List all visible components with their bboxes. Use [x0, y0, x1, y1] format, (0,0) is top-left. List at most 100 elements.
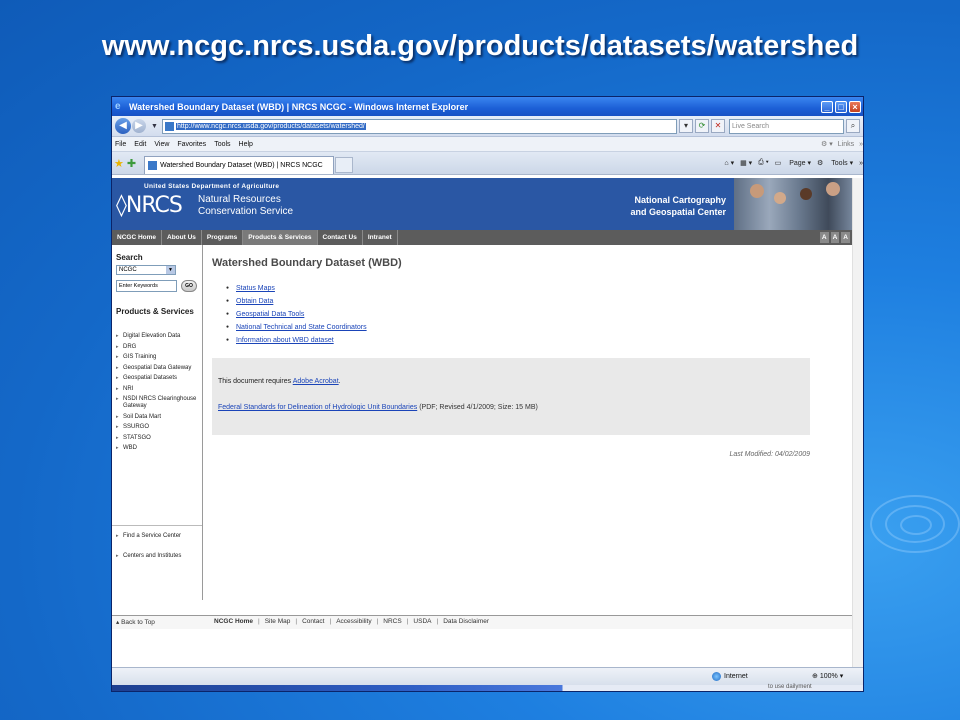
forward-button[interactable]: ▶ [132, 119, 146, 133]
page-menu[interactable]: ▭ Page ▾ [775, 159, 811, 167]
sidebar-item-ssurgo[interactable]: SSURGO [116, 424, 202, 431]
globe-icon [712, 672, 721, 681]
vertical-scrollbar[interactable] [852, 178, 863, 667]
chevron-right-icon[interactable]: » [859, 141, 863, 148]
taskbar-hint: to use dailyment [768, 684, 812, 690]
zoom-control[interactable]: ⊕ 100% ▾ [812, 672, 843, 680]
footer-separator: | [406, 618, 409, 625]
acrobat-suffix: . [338, 378, 341, 385]
window-title: Watershed Boundary Dataset (WBD) | NRCS … [129, 101, 469, 112]
footer-ncgc-home[interactable]: NCGC Home [214, 618, 253, 625]
sidebar-item-drg[interactable]: DRG [116, 344, 202, 351]
search-scope-select[interactable]: NCGC ▼ [116, 265, 176, 275]
toolbar-icon[interactable]: ⚙ ▾ [821, 140, 833, 148]
add-favorite-icon[interactable]: ✚ [127, 157, 136, 170]
new-tab-button[interactable] [335, 157, 354, 173]
link-geospatial-data-tools[interactable]: Geospatial Data Tools [226, 308, 367, 321]
text-size-medium[interactable]: A [830, 232, 840, 243]
go-button[interactable]: GO [181, 280, 197, 292]
slide-title: www.ncgc.nrcs.usda.gov/products/datasets… [101, 30, 859, 62]
link-obtain-data[interactable]: Obtain Data [226, 295, 367, 308]
text-size-controls: A A A [819, 232, 852, 243]
footer-links: NCGC Home | Site Map | Contact | Accessibil… [214, 618, 494, 625]
sidebar-item-statsgo[interactable]: STATSGO [116, 435, 202, 442]
sidebar-item-centers-institutes[interactable]: Centers and Institutes [116, 553, 202, 560]
footer-contact[interactable]: Contact [302, 618, 324, 625]
nrcs-logo[interactable]: ◊NRCS [116, 193, 183, 218]
menu-edit[interactable]: Edit [134, 141, 146, 148]
stop-icon[interactable]: ✕ [711, 119, 725, 133]
text-size-small[interactable]: A [819, 232, 829, 243]
nav-programs[interactable]: Programs [202, 230, 244, 245]
sidebar-item-geospatial-datasets[interactable]: Geospatial Datasets [116, 375, 202, 382]
page-icon [164, 121, 174, 131]
menu-help[interactable]: Help [239, 141, 253, 148]
security-zone: Internet [712, 672, 748, 681]
adobe-acrobat-link[interactable]: Adobe Acrobat [293, 378, 339, 385]
link-status-maps[interactable]: Status Maps [226, 282, 367, 295]
back-to-top-link[interactable]: ▴ Back to Top [116, 618, 155, 626]
page-title: Watershed Boundary Dataset (WBD) [212, 257, 402, 269]
footer-usda[interactable]: USDA [413, 618, 431, 625]
federal-standards-link[interactable]: Federal Standards for Delineation of Hyd… [218, 404, 417, 411]
status-bar: Internet ⊕ 100% ▾ [112, 667, 863, 685]
zoom-icon: ⊕ [812, 673, 818, 680]
refresh-icon[interactable]: ⟳ [695, 119, 709, 133]
minimize-button[interactable]: _ [821, 100, 833, 113]
products-services-title: Products & Services [116, 307, 194, 316]
sidebar-item-find-service-center[interactable]: Find a Service Center [116, 533, 202, 540]
links-button[interactable]: Links [838, 141, 854, 148]
nav-contact-us[interactable]: Contact Us [318, 230, 363, 245]
back-button[interactable]: ◀ [115, 118, 131, 134]
url-input[interactable]: http://www.ncgc.nrcs.usda.gov/products/d… [161, 118, 677, 134]
link-coordinators[interactable]: National Technical and State Coordinator… [226, 321, 367, 334]
address-bar: ◀ ▶ ▼ http://www.ncgc.nrcs.usda.gov/prod… [112, 116, 863, 137]
sidebar-item-wbd[interactable]: WBD [116, 445, 202, 452]
nav-ncgc-home[interactable]: NCGC Home [112, 230, 163, 245]
maximize-button[interactable]: □ [835, 100, 847, 113]
menu-favorites[interactable]: Favorites [177, 141, 206, 148]
center-name-line2: and Geospatial Center [630, 207, 726, 217]
chevron-down-icon: ▼ [166, 266, 175, 274]
chevron-right-icon[interactable]: » [859, 160, 863, 167]
menu-view[interactable]: View [154, 141, 169, 148]
nav-about-us[interactable]: About Us [162, 230, 202, 245]
nav-intranet[interactable]: Intranet [363, 230, 398, 245]
browser-tab[interactable]: Watershed Boundary Dataset (WBD) | NRCS … [144, 156, 335, 174]
print-icon[interactable]: ⎙ ▾ [758, 159, 769, 167]
page-menu-label: Page [789, 160, 806, 167]
search-label: Search [116, 253, 143, 262]
footer-site-map[interactable]: Site Map [265, 618, 291, 625]
sidebar-item-soil-data-mart[interactable]: Soil Data Mart [116, 414, 202, 421]
footer-accessibility[interactable]: Accessibility [336, 618, 371, 625]
footer-separator: | [295, 618, 298, 625]
center-name: National Cartography and Geospatial Cent… [602, 194, 726, 218]
nav-products-services[interactable]: Products & Services [243, 230, 318, 245]
header-photo [734, 178, 852, 230]
sidebar-item-geospatial-data-gateway[interactable]: Geospatial Data Gateway [116, 365, 202, 372]
home-icon[interactable]: ⌂ ▾ [724, 159, 734, 167]
live-search-input[interactable]: Live Search [729, 118, 844, 134]
url-dropdown-icon[interactable]: ▾ [679, 119, 693, 133]
sidebar-item-gis-training[interactable]: GIS Training [116, 354, 202, 361]
footer-nrcs[interactable]: NRCS [383, 618, 401, 625]
footer-data-disclaimer[interactable]: Data Disclaimer [443, 618, 489, 625]
footer-separator: | [376, 618, 379, 625]
close-button[interactable]: × [849, 100, 861, 113]
history-dropdown-icon[interactable]: ▼ [151, 123, 158, 130]
last-modified: Last Modified: 04/02/2009 [729, 451, 810, 458]
menu-tools[interactable]: Tools [214, 141, 230, 148]
sidebar-item-nri[interactable]: NRI [116, 386, 202, 393]
sidebar-item-digital-elevation-data[interactable]: Digital Elevation Data [116, 333, 202, 340]
menu-file[interactable]: File [115, 141, 126, 148]
link-wbd-info[interactable]: Information about WBD dataset [226, 334, 367, 347]
tools-menu[interactable]: ⚙ Tools ▾ [817, 159, 853, 167]
keyword-input[interactable]: Enter Keywords [116, 280, 177, 292]
federal-standards-line: Federal Standards for Delineation of Hyd… [218, 404, 538, 411]
search-icon[interactable]: ⌕ [846, 119, 860, 133]
feeds-icon[interactable]: ▦ ▾ [740, 159, 752, 167]
sidebar-item-nsdi-clearinghouse[interactable]: NSDI NRCS Clearinghouse Gateway [116, 396, 202, 410]
wbd-link-list: Status Maps Obtain Data Geospatial Data … [226, 282, 367, 347]
text-size-large[interactable]: A [841, 232, 850, 243]
favorites-star-icon[interactable]: ★ [114, 157, 124, 170]
